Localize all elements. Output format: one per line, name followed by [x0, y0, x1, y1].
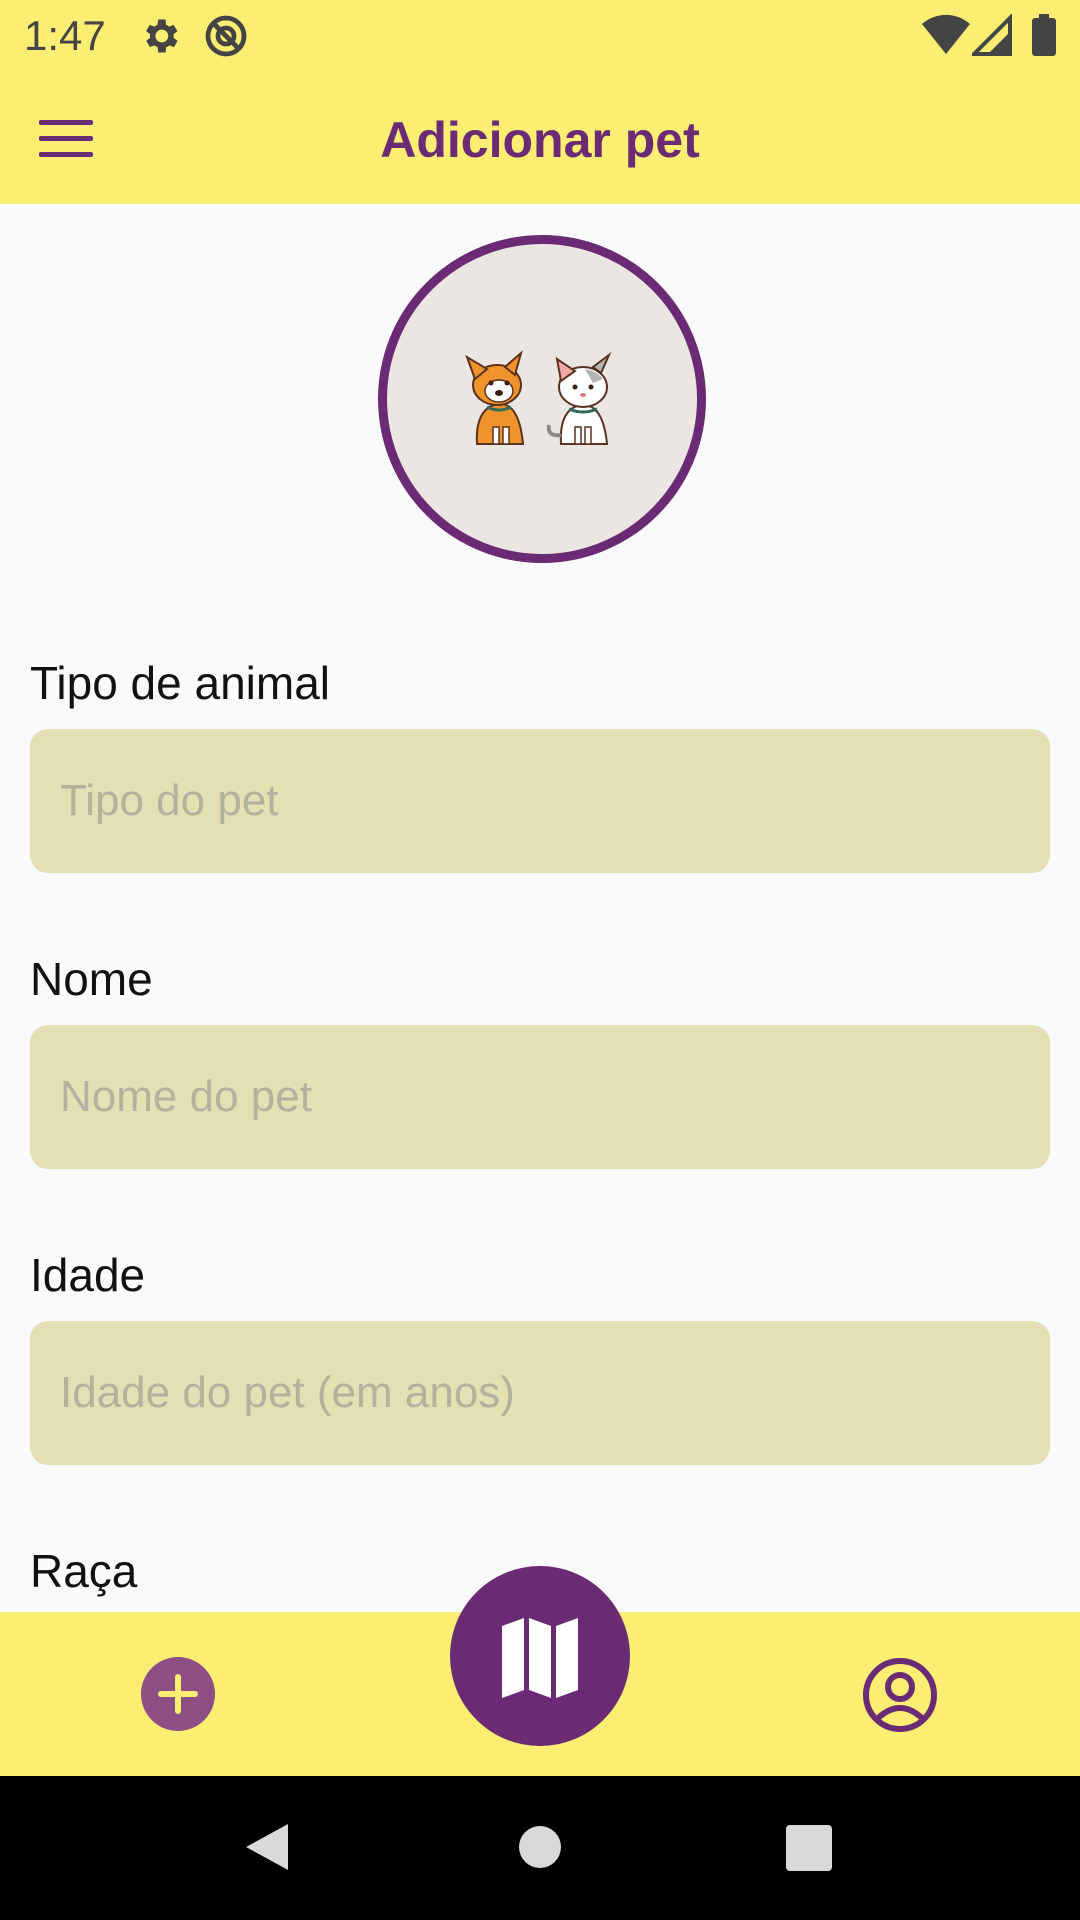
tipo-pet-input[interactable]	[30, 729, 1050, 873]
pet-photo-picker[interactable]	[378, 235, 706, 563]
add-pet-nav-button[interactable]	[141, 1657, 215, 1731]
map-icon	[502, 1618, 578, 1698]
back-icon[interactable]	[244, 1822, 290, 1877]
app-bar: Adicionar pet	[0, 72, 1080, 204]
nome-label: Nome	[30, 953, 153, 1005]
system-navigation-bar	[0, 1776, 1080, 1920]
battery-icon	[1032, 14, 1056, 61]
profile-nav-button[interactable]	[862, 1657, 938, 1733]
status-bar: 1:47	[0, 0, 1080, 72]
tipo-animal-label: Tipo de animal	[30, 657, 331, 709]
signal-icon	[969, 13, 1012, 61]
profile-icon	[863, 1658, 937, 1732]
gear-icon	[138, 12, 182, 65]
recents-icon[interactable]	[786, 1825, 832, 1876]
home-icon[interactable]	[518, 1825, 562, 1874]
add-pet-screen: 1:47 Adicionar pet Tipo de animal Tipo d…	[0, 0, 1080, 1920]
idade-label: Idade	[30, 1249, 146, 1301]
page-title: Adicionar pet	[380, 112, 700, 168]
dog-and-cat-illustration	[465, 350, 612, 445]
wifi-icon	[922, 14, 970, 61]
idade-pet-input[interactable]	[30, 1321, 1050, 1465]
no-data-icon	[202, 12, 250, 65]
plus-icon	[158, 1674, 198, 1714]
map-nav-button[interactable]	[450, 1566, 630, 1746]
status-time: 1:47	[24, 12, 106, 59]
nome-pet-input[interactable]	[30, 1025, 1050, 1169]
raca-label: Raça	[30, 1545, 138, 1597]
